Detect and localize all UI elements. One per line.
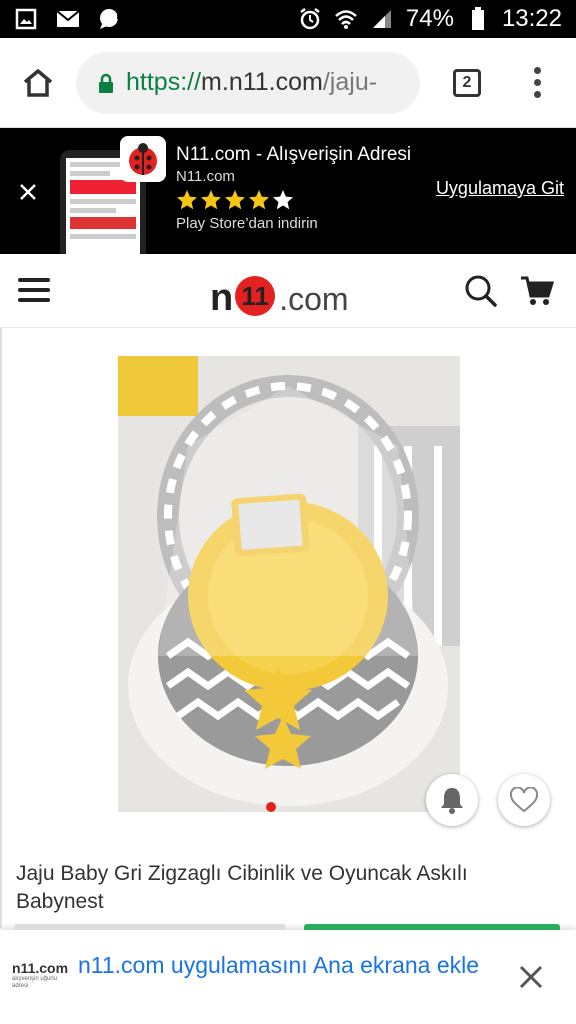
clock: 13:22 (501, 5, 562, 32)
url-host: m.n11.com (201, 68, 323, 96)
small-logo-tagline: alışverişin uğurlu adresi (12, 976, 58, 989)
tab-switcher-button[interactable]: 2 (428, 38, 506, 128)
browser-toolbar: https://m.n11.com/jaju- 2 (0, 38, 576, 128)
hamburger-menu-button[interactable] (18, 278, 50, 302)
battery-icon (466, 7, 490, 31)
add-to-homescreen-text[interactable]: n11.com uygulamasını Ana ekrana ekle (78, 950, 498, 980)
search-button[interactable] (464, 274, 498, 308)
logo-11: 11 (241, 280, 269, 311)
close-icon (20, 184, 36, 200)
menu-dot (533, 91, 541, 98)
url-scheme: https:// (126, 68, 202, 96)
product-image[interactable] (118, 356, 460, 812)
ladybug-icon (129, 143, 157, 175)
menu-dot (533, 79, 541, 86)
logo-n: n (210, 277, 234, 319)
price-alert-button[interactable] (426, 774, 478, 826)
message-icon: ! (98, 7, 122, 31)
add-to-homescreen-close-button[interactable] (516, 962, 546, 992)
mail-icon (56, 7, 80, 31)
open-app-link[interactable]: Uygulamaya Git (436, 178, 564, 199)
app-logo (120, 136, 166, 182)
store-text: Play Store’dan indirin (176, 215, 318, 232)
product-title: Jaju Baby Gri Zigzaglı Cibinlik ve Oyunc… (16, 862, 468, 913)
logo-dotcom: .com (279, 281, 349, 317)
lock-icon (98, 73, 114, 93)
menu-dot (533, 67, 541, 74)
rating-stars (176, 189, 411, 211)
site-header: n 11 .com (0, 254, 576, 328)
wifi-icon (334, 7, 358, 31)
heart-icon (509, 787, 539, 813)
buy-button-peek[interactable] (304, 924, 560, 930)
svg-text:!: ! (116, 11, 119, 25)
home-icon (23, 68, 53, 97)
quantity-button-peek[interactable] (14, 924, 286, 930)
logo-ladybug: 11 (235, 276, 276, 316)
signal-icon (370, 7, 394, 31)
close-icon (519, 965, 543, 989)
app-install-banner: N11.com - Alışverişin Adresi N11.com Pla… (0, 128, 576, 254)
home-button[interactable] (0, 38, 76, 128)
n11-small-logo: n11.com alışverişin uğurlu adresi (12, 960, 69, 1000)
url-path: /jaju- (322, 68, 378, 96)
banner-title: N11.com - Alışverişin Adresi (176, 144, 412, 165)
small-logo-text: n11.com (12, 960, 69, 976)
cart-icon (521, 276, 555, 305)
cart-button[interactable] (520, 274, 555, 308)
product-content: Jaju Baby Gri Zigzaglı Cibinlik ve Oyunc… (0, 328, 576, 928)
search-icon (465, 275, 497, 307)
url-bar[interactable]: https://m.n11.com/jaju- (76, 51, 420, 114)
banner-text: N11.com - Alışverişin Adresi N11.com Pla… (176, 144, 411, 232)
browser-menu-button[interactable] (506, 38, 568, 128)
bell-icon (441, 788, 463, 814)
carousel-indicator[interactable] (266, 802, 276, 812)
tab-count: 2 (453, 68, 481, 97)
n11-logo[interactable]: n 11 .com (210, 264, 370, 320)
banner-close-button[interactable] (14, 178, 42, 206)
alarm-icon (298, 7, 322, 31)
gallery-icon (14, 7, 38, 31)
favorite-button[interactable] (498, 774, 550, 826)
banner-subtitle: N11.com (176, 168, 235, 185)
add-to-homescreen-bar[interactable]: n11.com alışverişin uğurlu adresi n11.co… (0, 924, 576, 1024)
battery-percent: 74% (405, 5, 454, 32)
status-bar: ! 74% 13:22 (0, 0, 576, 38)
